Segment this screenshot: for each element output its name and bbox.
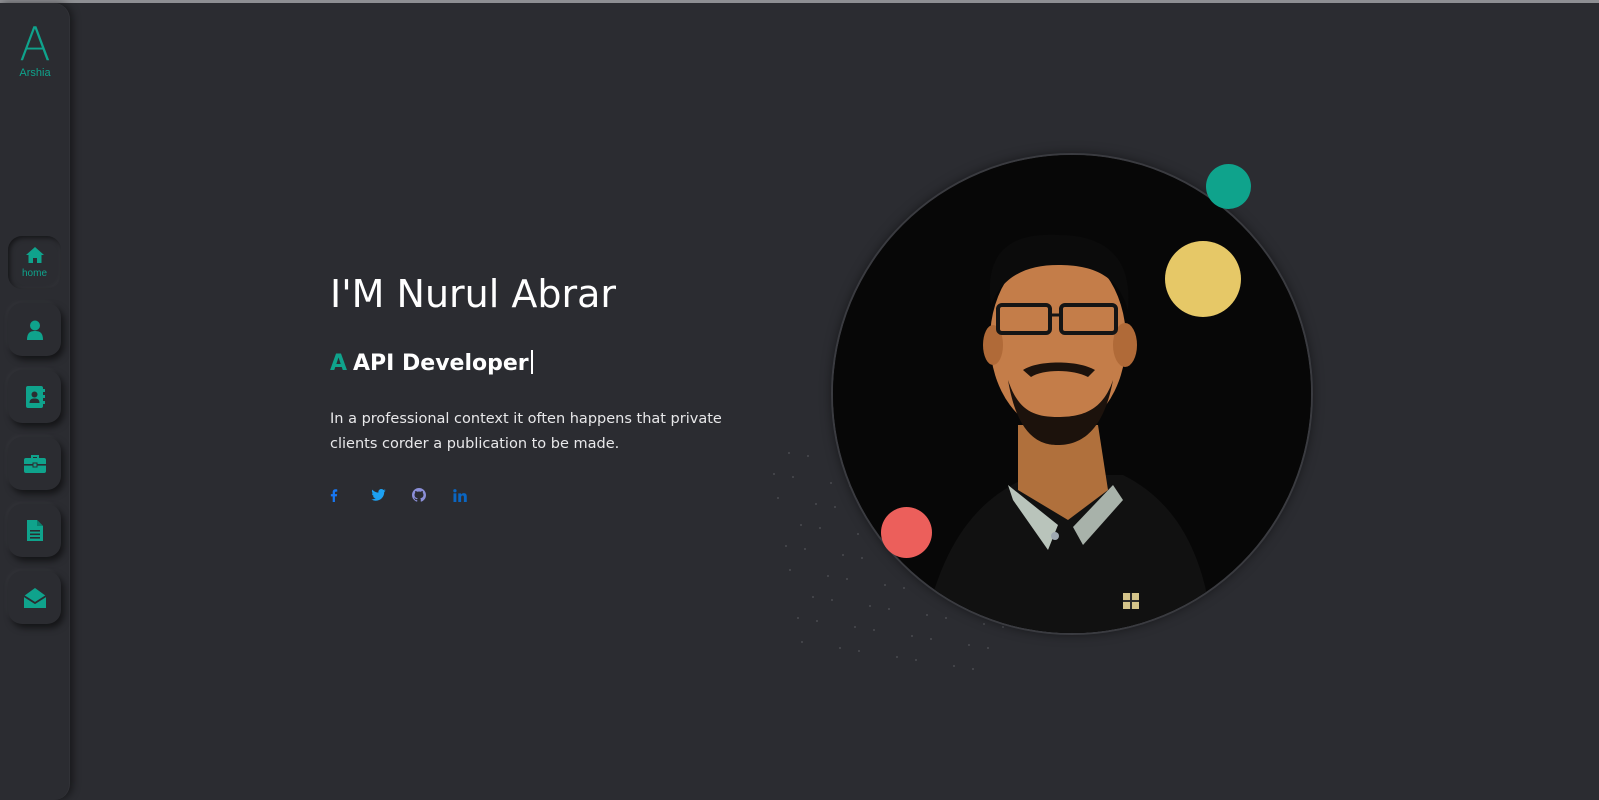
typing-cursor xyxy=(530,350,533,374)
hero-role: A API Developer xyxy=(330,350,533,376)
nav-contact-button[interactable] xyxy=(8,571,61,624)
twitter-link[interactable] xyxy=(371,486,412,504)
logo-name: Arshia xyxy=(19,67,51,79)
home-icon xyxy=(25,246,44,263)
linkedin-icon xyxy=(453,488,467,502)
twitter-icon xyxy=(371,489,386,501)
github-link[interactable] xyxy=(412,486,453,504)
decorative-bubble-red xyxy=(881,507,932,558)
facebook-link[interactable] xyxy=(330,486,371,504)
envelope-open-icon xyxy=(23,587,46,608)
nav-home-label: home xyxy=(21,267,47,279)
document-icon xyxy=(26,520,43,541)
nav-home-button[interactable]: home xyxy=(8,236,61,289)
briefcase-icon xyxy=(23,454,46,473)
hero-title: I'M Nurul Abrar xyxy=(330,272,617,316)
decorative-bubble-teal xyxy=(1206,164,1251,209)
decorative-bubble-yellow xyxy=(1165,241,1241,317)
contact-book-icon xyxy=(25,385,45,408)
social-links xyxy=(330,486,494,504)
user-icon xyxy=(26,320,43,340)
logo-letter: A xyxy=(19,17,51,71)
nav-portfolio-button[interactable] xyxy=(8,437,61,490)
profile-photo xyxy=(833,155,1311,633)
facebook-icon xyxy=(330,488,338,502)
github-icon xyxy=(412,488,426,502)
hero-description: In a professional context it often happe… xyxy=(330,411,722,452)
role-prefix: A xyxy=(330,351,348,376)
sidebar: A Arshia home xyxy=(0,3,70,800)
brand-logo[interactable]: A Arshia xyxy=(0,21,70,79)
nav-contacts-button[interactable] xyxy=(8,370,61,423)
profile-portrait xyxy=(833,155,1311,633)
nav-resume-button[interactable] xyxy=(8,504,61,557)
linkedin-link[interactable] xyxy=(453,486,494,504)
nav-about-button[interactable] xyxy=(8,303,61,356)
window-top-border xyxy=(0,0,1599,3)
role-text: API Developer xyxy=(353,351,529,376)
